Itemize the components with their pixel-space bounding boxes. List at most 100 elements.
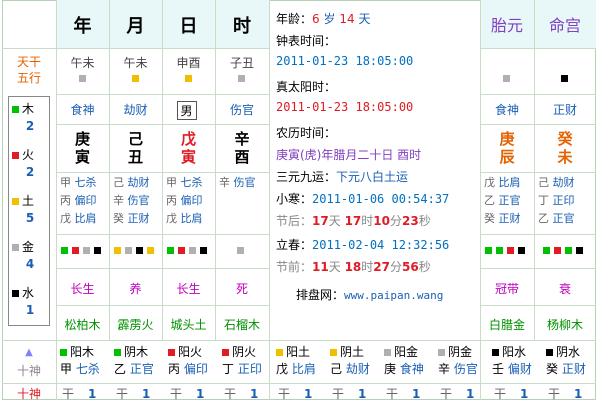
pillar-changsheng: 长生	[70, 282, 95, 296]
pillar-top-ganzhi: 申酉	[176, 56, 201, 70]
pillar-nayin: 霹雳火	[117, 318, 154, 332]
hidden-stem-gan: 己	[538, 176, 553, 189]
wuxing-item: 金4	[12, 238, 48, 271]
wuxing-swatch	[93, 247, 101, 254]
tengan-swatch	[168, 349, 175, 356]
pillar-changsheng: 死	[235, 282, 248, 296]
hidden-stem-shishen: 劫财	[127, 176, 150, 189]
xiaohan-line: 小寒：2011-01-06 00:54:37	[276, 192, 450, 206]
tengan-shishen-text: 偏财	[507, 362, 532, 376]
tengan-shishen: 癸 正财	[546, 361, 594, 378]
tengan-count-value: 1	[196, 387, 205, 401]
tengan-yinyang: 阴火	[222, 344, 270, 361]
tengan-swatch	[114, 349, 121, 356]
hidden-stem-shishen: 比肩	[180, 212, 203, 225]
tengan-shishen-text: 正印	[237, 362, 262, 376]
tengan-shishen: 辛 伤官	[438, 361, 486, 378]
hidden-stem: 丙 偏印	[166, 194, 213, 208]
label-tiangan-wuxing: 天干 五行	[16, 55, 41, 85]
tengan-shishen: 丁 正印	[222, 361, 270, 378]
tengan-cell: 阳木甲 七杀	[60, 344, 108, 378]
pillar-shishen: 食神	[70, 103, 95, 117]
hidden-stem-gan: 丙	[60, 194, 75, 207]
hidden-stem-shishen: 正印	[552, 194, 575, 207]
header-month: 月	[126, 16, 145, 37]
hidden-stem-gan: 戊	[60, 212, 75, 225]
hidden-stem-gan: 甲	[60, 176, 75, 189]
tengan-swatch	[276, 349, 283, 356]
tengan-yinyang: 阴木	[114, 344, 162, 361]
hidden-stem-shishen: 正官	[552, 212, 575, 225]
tengan-shishen-text: 正财	[561, 362, 586, 376]
tengan-shishen: 丙 偏印	[168, 361, 216, 378]
hidden-stem-gan: 戊	[484, 176, 499, 189]
arrow-up-icon[interactable]: ▲	[2, 344, 56, 362]
hidden-stem: 辛 伤官	[113, 194, 160, 208]
tengan-shishen-text: 伤官	[453, 362, 478, 376]
hidden-stem-gan: 乙	[484, 194, 499, 207]
wuxing-count: 4	[25, 257, 35, 271]
tengan-count: 干1	[494, 385, 540, 402]
pillar-nayin: 城头土	[170, 318, 207, 332]
info-panel: 年龄：6 岁 14 天 钟表时间： 2011-01-23 18:05:00 真太…	[276, 10, 476, 308]
tengan-swatch	[222, 349, 229, 356]
tengan-shishen: 壬 偏财	[492, 361, 540, 378]
gender-badge: 男	[176, 101, 197, 120]
tengan-swatch	[546, 349, 553, 356]
tengan-gan: 壬	[492, 362, 508, 376]
wuxing-swatch	[236, 247, 244, 254]
tengan-gan: 辛	[438, 362, 454, 376]
wuxing-swatch	[507, 247, 514, 254]
tengan-count-label: 干	[548, 387, 561, 401]
hidden-stem-shishen: 比肩	[74, 212, 97, 225]
tengan-gan: 甲	[60, 362, 76, 376]
tengan-yinyang: 阳土	[276, 344, 324, 361]
tengan-yinyang: 阳水	[492, 344, 540, 361]
hidden-stem: 己 劫财	[113, 176, 160, 190]
tengan-yinyang-text: 阳火	[178, 345, 203, 359]
tengan-swatch	[330, 349, 337, 356]
wuxing-count: 5	[25, 211, 35, 225]
bottom-left-label: ▲ 十神	[2, 344, 56, 380]
hidden-stem-shishen: 比肩	[498, 176, 521, 189]
tengan-count-label: 干	[494, 387, 507, 401]
wuxing-swatch	[576, 247, 583, 254]
wuxing-color-swatch	[12, 244, 19, 251]
tengan-yinyang-text: 阳金	[394, 345, 419, 359]
pillar-ganzhi: 戊寅	[162, 130, 215, 166]
pillar-changsheng: 衰	[558, 282, 571, 296]
tengan-count-value: 1	[466, 387, 475, 401]
tengan-count: 干1	[386, 385, 432, 402]
hidden-stem: 乙 正官	[484, 194, 532, 208]
tengan-shishen: 甲 七杀	[60, 361, 108, 378]
tengan-shishen: 戊 比肩	[276, 361, 324, 378]
tengan-cell: 阴水癸 正财	[546, 344, 594, 378]
hidden-stem-gan: 乙	[538, 212, 553, 225]
wuxing-swatch	[71, 247, 79, 254]
wuxing-swatch	[60, 247, 68, 254]
pillar-changsheng: 长生	[176, 282, 201, 296]
hidden-stem: 辛 伤官	[219, 176, 267, 190]
hidden-stem-shishen: 伤官	[127, 194, 150, 207]
tengan-cell: 阴火丁 正印	[222, 344, 270, 378]
tengan-yinyang: 阴水	[546, 344, 594, 361]
tengan-shishen-text: 七杀	[75, 362, 100, 376]
tengan-yinyang-text: 阴木	[124, 345, 149, 359]
pillar-zhi: 寅	[74, 148, 90, 166]
wuxing-item: 木2	[12, 100, 48, 133]
solar-label: 真太阳时：	[276, 80, 337, 94]
tengan-shishen-text: 正官	[129, 362, 154, 376]
hidden-stem-gan: 丙	[166, 194, 181, 207]
tengan-count: 干1	[548, 385, 594, 402]
pillar-color-swatch	[131, 75, 139, 82]
tengan-yinyang-text: 阴金	[448, 345, 473, 359]
wuxing-swatch	[135, 247, 143, 254]
tengan-yinyang: 阳火	[168, 344, 216, 361]
lunar-label: 农历时间：	[276, 126, 337, 140]
wuxing-name: 土	[22, 194, 35, 208]
jiehou-line: 节后：17天 17时10分23秒	[276, 214, 431, 228]
clock-label: 钟表时间：	[276, 34, 337, 48]
wuxing-swatch	[554, 247, 561, 254]
wuxing-color-swatch	[12, 290, 19, 297]
pillar-zhi: 寅	[180, 148, 196, 166]
